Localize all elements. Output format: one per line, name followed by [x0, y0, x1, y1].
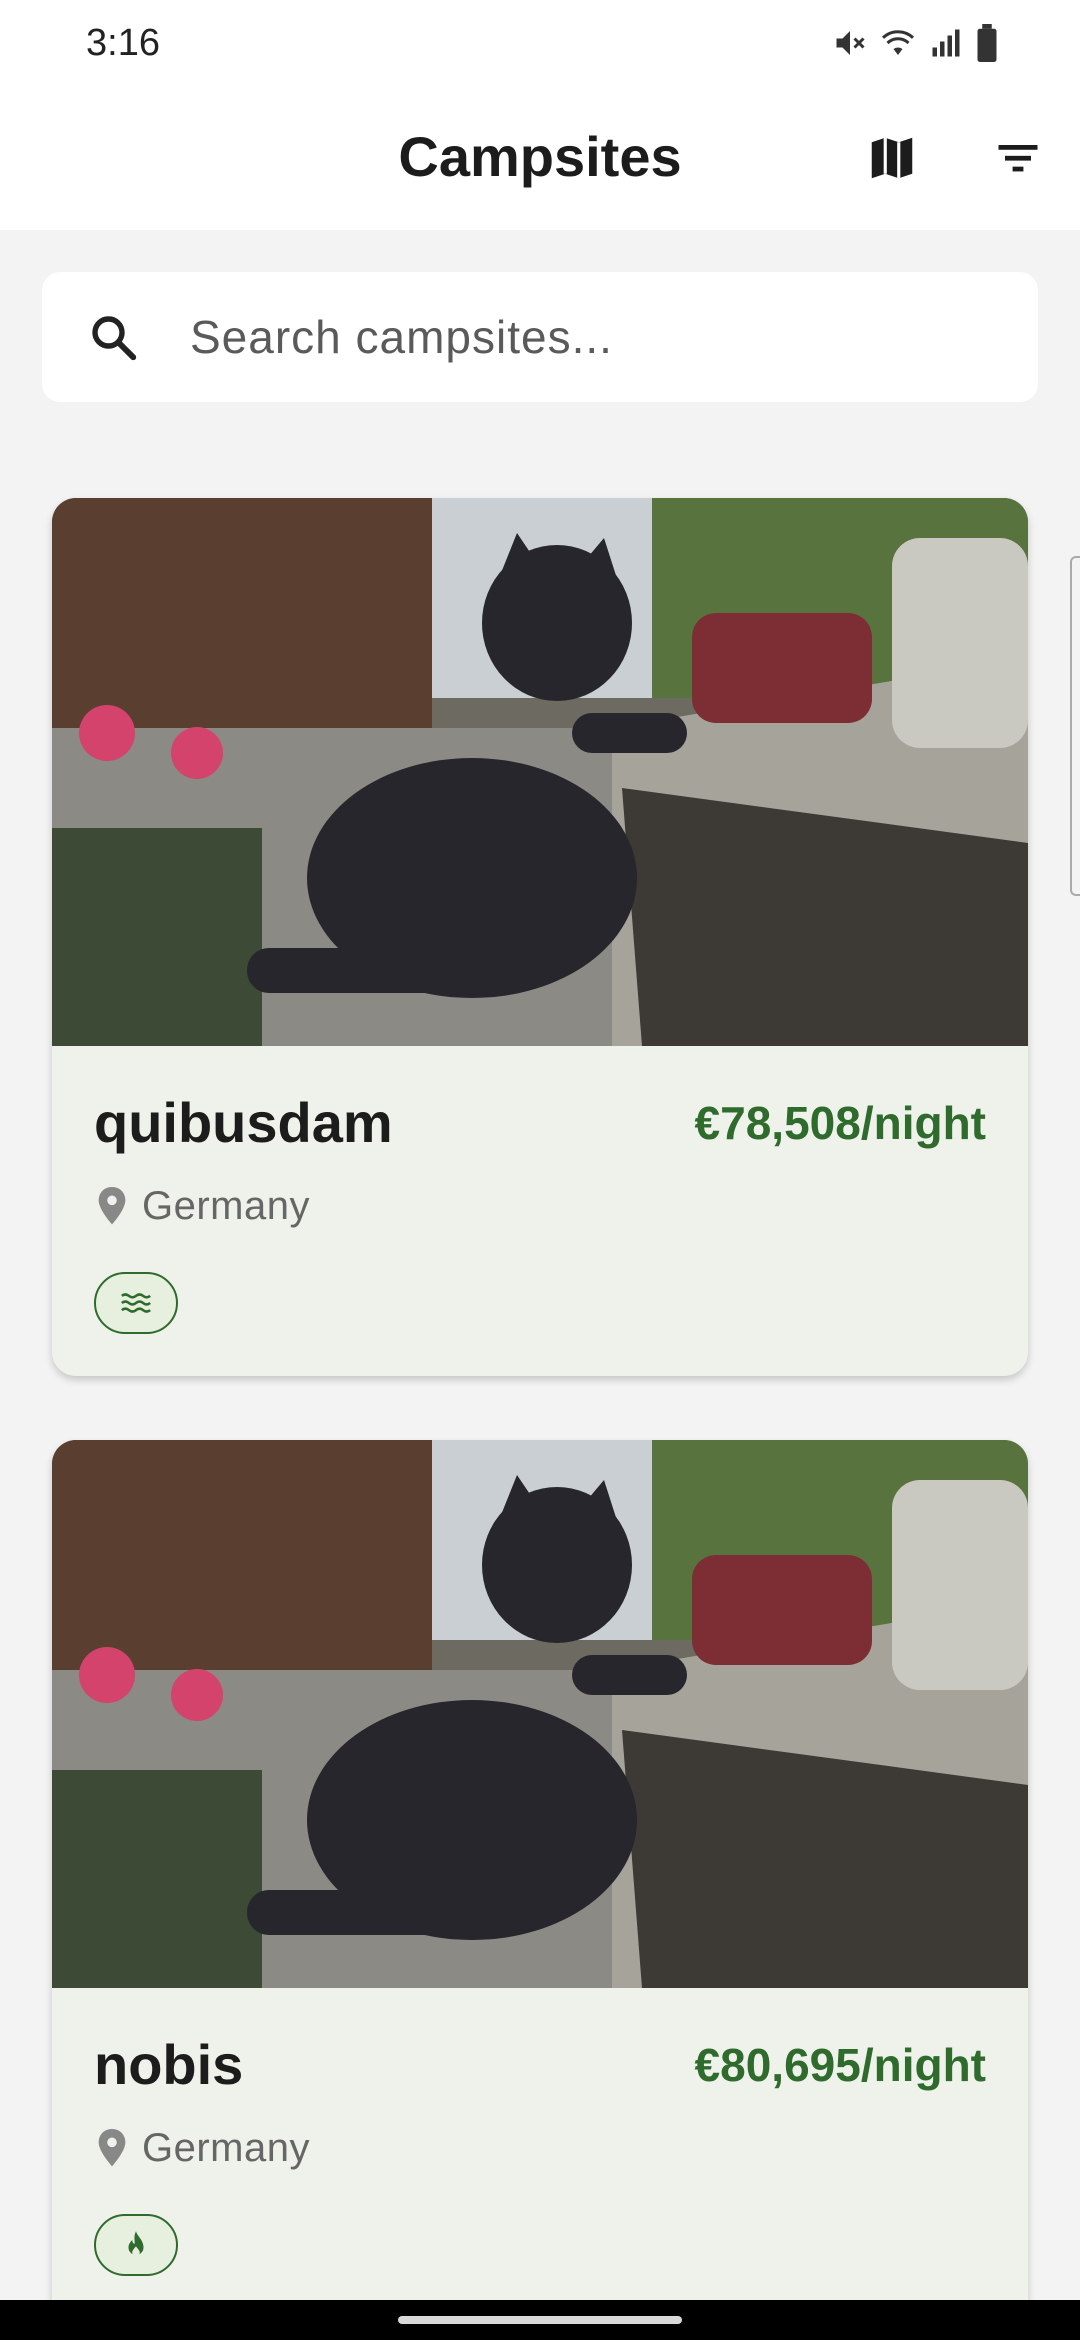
amenity-chip: [94, 2214, 178, 2276]
campsite-name: nobis: [94, 2033, 244, 2096]
mute-icon: [836, 31, 865, 55]
location-pin-icon: [98, 1186, 126, 1224]
campsite-photo: [52, 1440, 1028, 1988]
campsite-location-text: Germany: [142, 2126, 310, 2170]
signal-icon: [932, 29, 960, 57]
campsite-location: Germany: [96, 2126, 310, 2171]
campfire-icon: [128, 2231, 144, 2257]
search-input[interactable]: [190, 310, 970, 364]
filter-button[interactable]: [978, 118, 1058, 198]
campsite-card[interactable]: quibusdam €78,508/night Germany: [52, 498, 1028, 1376]
search-bar[interactable]: [42, 272, 1038, 402]
filter-icon: [998, 145, 1038, 172]
amenity-chip: [94, 1272, 178, 1334]
status-time: 3:16: [86, 22, 160, 64]
app-bar: Campsites: [0, 88, 1080, 230]
map-button[interactable]: [852, 118, 932, 198]
location-pin-icon: [98, 2128, 126, 2166]
campsite-name: quibusdam: [94, 1091, 393, 1154]
status-bar: 3:16: [0, 0, 1080, 88]
scrollbar[interactable]: [1070, 556, 1080, 896]
campsite-location-text: Germany: [142, 1184, 310, 1228]
home-gesture-handle[interactable]: [398, 2316, 682, 2324]
map-icon: [871, 137, 913, 179]
campsite-card[interactable]: nobis €80,695/night Germany: [52, 1440, 1028, 2340]
wifi-icon: [881, 30, 915, 55]
campsite-price: €78,508/night: [694, 1097, 986, 1149]
search-icon: [78, 302, 148, 372]
battery-icon: [977, 24, 997, 62]
status-icons: [832, 22, 1000, 64]
water-waves-icon: [121, 1293, 151, 1313]
campsite-price: €80,695/night: [694, 2039, 986, 2091]
campsite-location: Germany: [96, 1184, 310, 1229]
campsite-photo: [52, 498, 1028, 1046]
navigation-bar: [0, 2300, 1080, 2340]
